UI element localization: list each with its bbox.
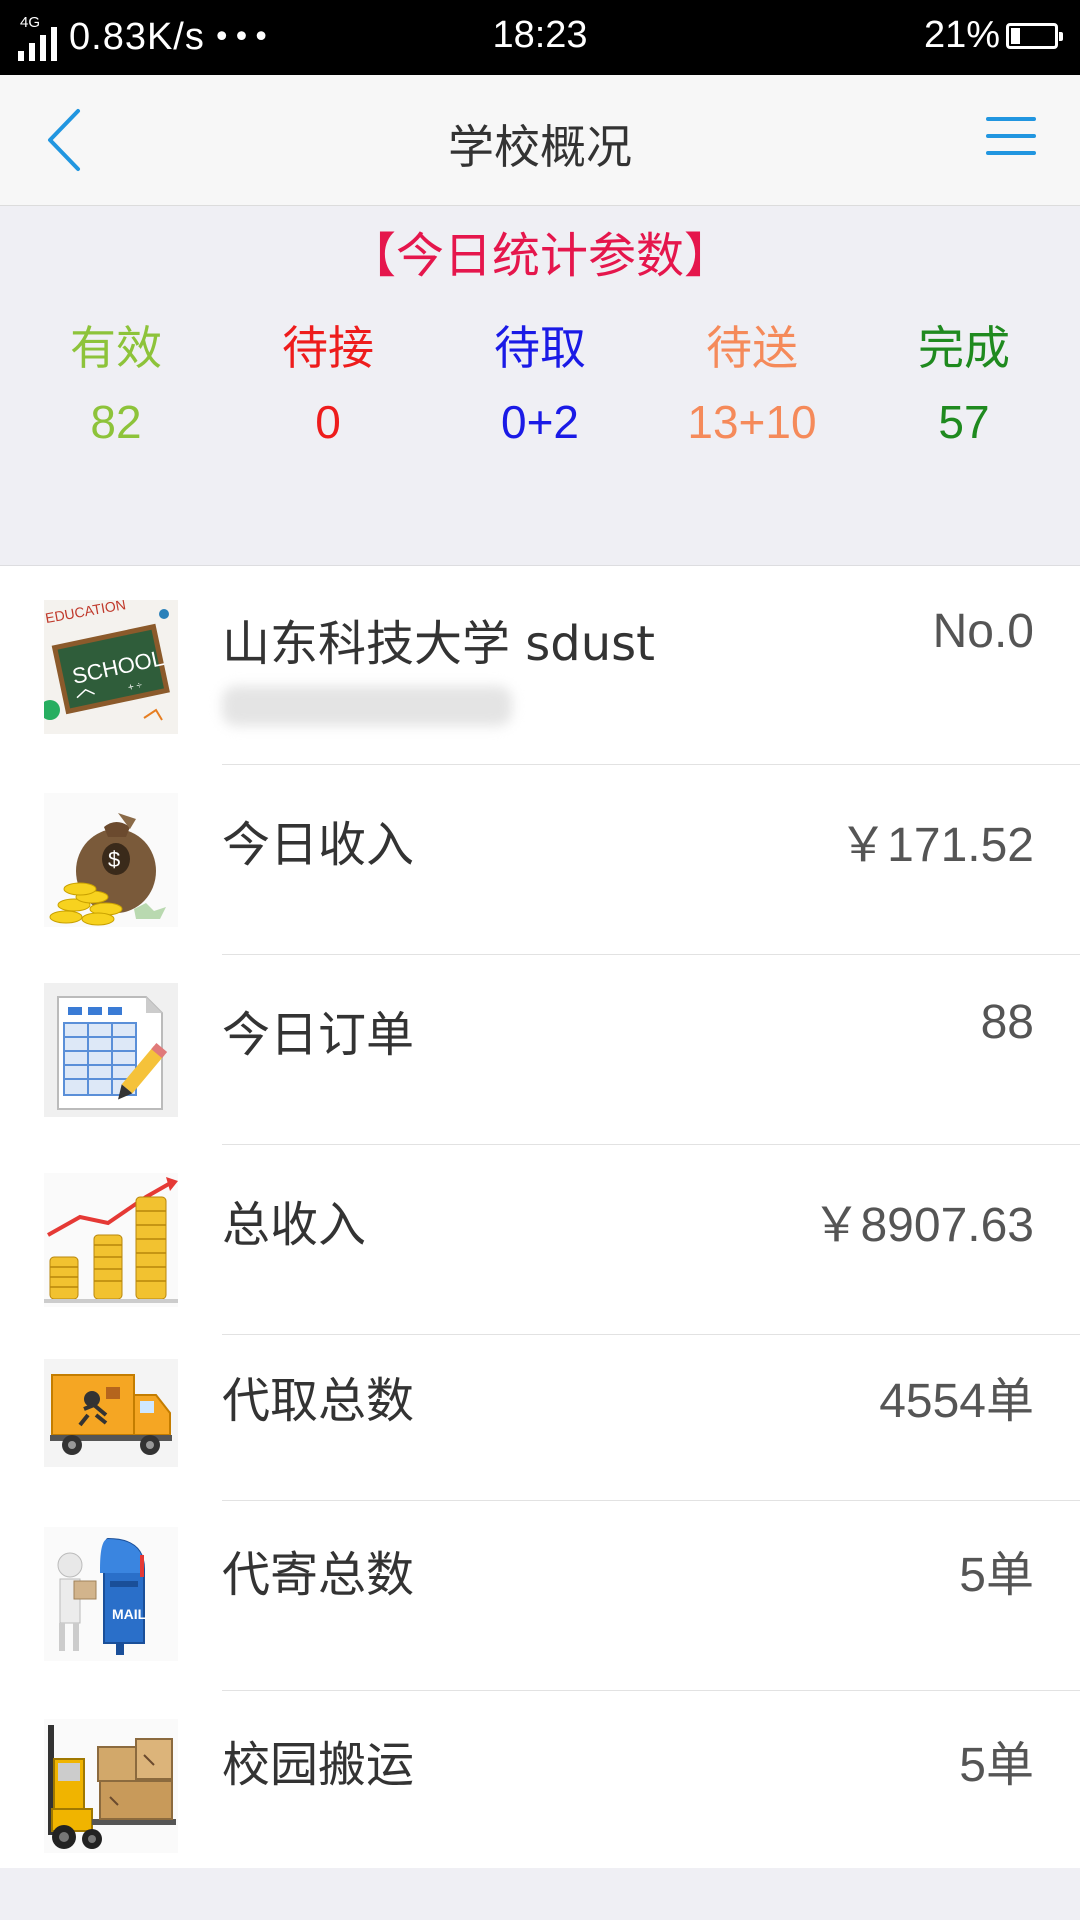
row-label: 今日收入 [222, 817, 415, 873]
list-item-pickup-total[interactable]: 代取总数 4554单 [0, 1335, 1080, 1501]
stat-completed[interactable]: 完成 57 [864, 316, 1064, 454]
stat-value: 13+10 [687, 396, 817, 448]
row-label: 代取总数 [222, 1373, 415, 1429]
row-value: ￥8907.63 [812, 1199, 1034, 1252]
stat-label: 完成 [918, 321, 1010, 375]
row-label: 代寄总数 [222, 1547, 415, 1603]
stat-value: 0+2 [500, 396, 580, 448]
stat-pending-pickup[interactable]: 待取 0+2 [440, 316, 640, 454]
battery-level [1011, 27, 1020, 44]
today-stats-panel: 【今日统计参数】 有效 82 待接 0 待取 0+2 待送 13+10 完成 5… [0, 206, 1080, 566]
row-label: 总收入 [222, 1197, 367, 1253]
list-item-today-income[interactable]: $ 今日收入 ￥171.52 [0, 765, 1080, 955]
status-right: 21% [923, 14, 1063, 57]
bottom-background [0, 1868, 1080, 1920]
money-bag-icon: $ [44, 793, 178, 927]
status-bar: 4G 0.83K/s ••• 18:23 21% [0, 0, 1080, 75]
svg-text:MAIL: MAIL [112, 1606, 147, 1622]
stat-pending-delivery[interactable]: 待送 13+10 [652, 316, 852, 454]
clock: 18:23 [492, 14, 588, 56]
school-row[interactable]: EDUCATION SCHOOL + ÷ 山东科技大学 sdust No.0 [0, 566, 1080, 765]
stat-label: 待接 [282, 321, 374, 375]
school-name: 山东科技大学 sdust [222, 616, 655, 672]
stat-label: 有效 [70, 321, 162, 375]
spreadsheet-pencil-icon [44, 983, 178, 1117]
stat-valid[interactable]: 有效 82 [16, 316, 216, 454]
stats-title: 【今日统计参数】 [347, 228, 732, 284]
list-item-send-total[interactable]: MAIL 代寄总数 5单 [0, 1501, 1080, 1691]
row-label: 校园搬运 [222, 1737, 415, 1793]
menu-button[interactable] [986, 117, 1042, 161]
list-item-campus-moving[interactable]: 校园搬运 5单 [0, 1691, 1080, 1878]
svg-text:$: $ [108, 847, 120, 872]
nav-bar: 学校概况 [0, 75, 1080, 206]
row-value: 4554单 [879, 1375, 1034, 1428]
mailbox-icon: MAIL [44, 1527, 178, 1661]
row-value: 88 [980, 996, 1034, 1049]
row-value: ￥171.52 [839, 819, 1034, 872]
school-rank: No.0 [932, 605, 1034, 658]
stat-value: 57 [938, 396, 990, 448]
delivery-truck-icon [44, 1359, 178, 1467]
row-value: 5单 [959, 1739, 1034, 1792]
stat-value: 0 [315, 396, 341, 448]
overview-list: EDUCATION SCHOOL + ÷ 山东科技大学 sdust No.0 $… [0, 566, 1080, 1878]
battery-icon [1006, 22, 1063, 49]
row-value: 5单 [959, 1549, 1034, 1602]
list-item-today-orders[interactable]: 今日订单 88 [0, 955, 1080, 1145]
stat-label: 待送 [706, 321, 798, 375]
menu-line [986, 134, 1036, 138]
forklift-icon [44, 1719, 178, 1853]
row-label: 今日订单 [222, 1007, 415, 1063]
page-title: 学校概况 [448, 120, 632, 174]
coin-stacks-icon [44, 1173, 178, 1307]
stat-value: 82 [90, 396, 142, 448]
menu-line [986, 151, 1036, 155]
hamburger-menu-icon [986, 117, 1036, 121]
battery-percent: 21% [923, 14, 1000, 56]
stat-pending-accept[interactable]: 待接 0 [228, 316, 428, 454]
stat-label: 待取 [494, 321, 586, 375]
blurred-phone-number [222, 686, 512, 726]
list-item-total-income[interactable]: 总收入 ￥8907.63 [0, 1145, 1080, 1335]
school-chalkboard-icon: EDUCATION SCHOOL + ÷ [44, 600, 178, 734]
